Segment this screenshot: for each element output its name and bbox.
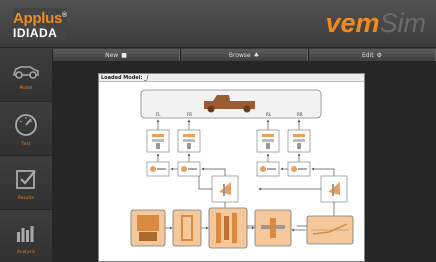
vemsim-brand: vemSim (325, 8, 426, 38)
engine-block[interactable] (130, 209, 166, 247)
sidebar-item-label: Results (18, 194, 34, 200)
sidebar-item-model[interactable]: Model (0, 48, 52, 102)
logo-top-text: Applus® (13, 10, 67, 27)
new-button[interactable]: New ■ (52, 49, 180, 61)
bar-chart-icon (17, 225, 34, 242)
wheel-label-fr: FR (187, 112, 192, 117)
settings-gears-icon: ⚙ (376, 51, 382, 59)
front-differential-block[interactable] (211, 175, 239, 203)
vehicle-model-diagram: FL FR RL RR (130, 89, 354, 249)
sidebar-item-analysis[interactable]: Analysis (0, 210, 52, 262)
clutch-block[interactable] (172, 209, 202, 247)
logo-bottom-text: IDIADA (13, 26, 58, 40)
sidebar: Model Test Results Analysis (0, 48, 52, 262)
wheel-block-rr[interactable] (287, 161, 311, 177)
sidebar-item-label: Test (21, 140, 31, 146)
wheel-label-fl: FL (156, 112, 161, 117)
loaded-model-window: Loaded Model: _/ FL FR RL RR (98, 73, 365, 262)
model-window-title: Loaded Model: _/ (99, 74, 364, 82)
wheel-block-fr[interactable] (177, 161, 201, 177)
sidebar-item-test[interactable]: Test (0, 102, 52, 156)
throttle-map-block[interactable] (306, 215, 354, 245)
edit-button[interactable]: Edit ⚙ (308, 49, 436, 61)
browse-tree-icon: ♣ (253, 51, 260, 59)
app-header: Applus® IDIADA vemSim (0, 0, 436, 48)
sidebar-item-label: Model (19, 84, 33, 90)
suspension-block-fr[interactable] (177, 129, 201, 153)
gauge-icon (15, 113, 37, 136)
gearbox-block[interactable] (208, 207, 248, 249)
checkbox-icon (16, 169, 36, 189)
sidebar-item-results[interactable]: Results (0, 156, 52, 210)
browse-button[interactable]: Browse ♣ (180, 49, 308, 61)
wheel-block-fl[interactable] (146, 161, 170, 177)
sidebar-item-label: Analysis (16, 248, 36, 254)
rear-differential-block[interactable] (320, 175, 348, 203)
wheel-block-rl[interactable] (256, 161, 280, 177)
suspension-block-rr[interactable] (287, 129, 311, 153)
new-file-icon: ■ (121, 51, 127, 59)
wheel-label-rl: RL (266, 112, 272, 117)
transfer-case-block[interactable] (254, 209, 292, 247)
toolbar: New ■ Browse ♣ Edit ⚙ (52, 49, 436, 61)
suspension-block-fl[interactable] (146, 129, 170, 153)
wheel-label-rr: RR (297, 112, 303, 117)
car-icon (13, 65, 39, 79)
app-window: Applus® IDIADA vemSim Model Test Results… (0, 0, 436, 262)
applus-idiada-logo: Applus® IDIADA (13, 8, 67, 40)
suspension-block-rl[interactable] (256, 129, 280, 153)
